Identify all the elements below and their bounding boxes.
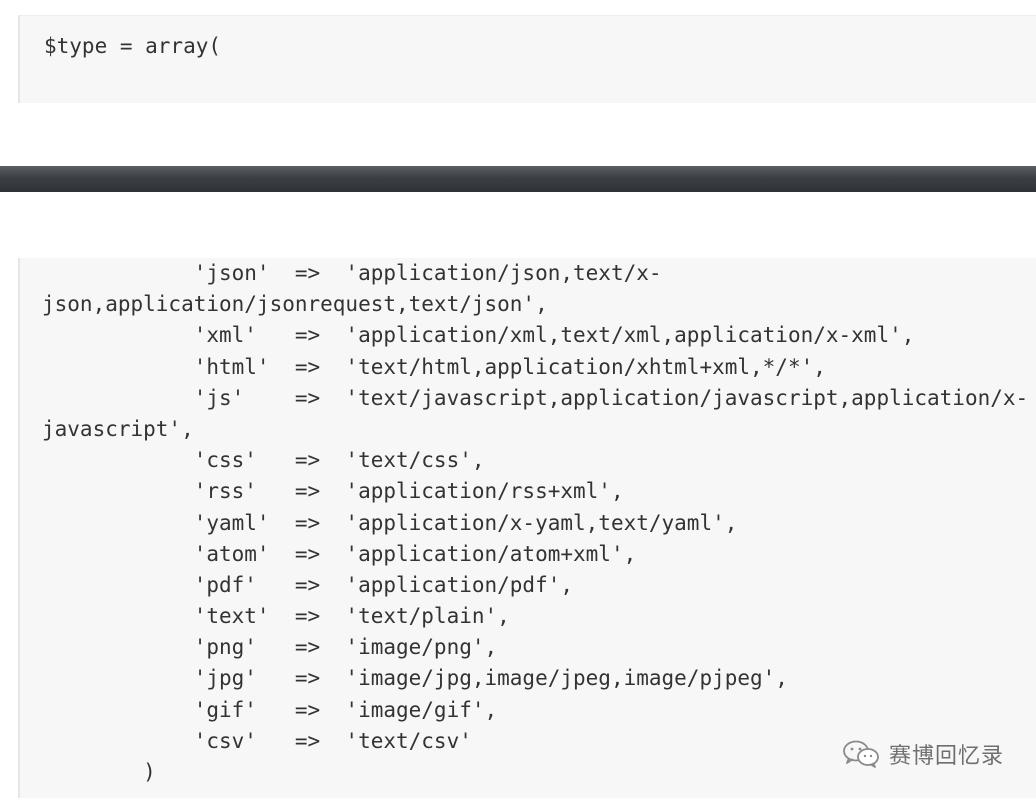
- code-line: 'json' => 'application/json,text/x-: [42, 261, 662, 285]
- code-line: 'text' => 'text/plain',: [42, 604, 510, 629]
- code-line: json,application/jsonrequest,text/json',: [42, 292, 548, 317]
- code-line: 'jpg' => 'image/jpg,image/jpeg,image/pjp…: [42, 666, 788, 691]
- code-line: 'html' => 'text/html,application/xhtml+x…: [42, 354, 826, 379]
- code-lines: 'json' => 'application/json,text/x- json…: [42, 258, 1028, 788]
- code-line: 'js' => 'text/javascript,application/jav…: [42, 385, 1029, 410]
- code-line: 'rss' => 'application/rss+xml',: [42, 479, 624, 504]
- code-line: 'css' => 'text/css',: [42, 448, 485, 473]
- code-line: 'png' => 'image/png',: [42, 635, 498, 660]
- code-line: 'gif' => 'image/gif',: [42, 697, 498, 722]
- code-line: 'yaml' => 'application/x-yaml,text/yaml'…: [42, 510, 738, 535]
- watermark-text: 赛博回忆录: [888, 744, 1004, 769]
- separator-bar: [0, 166, 1036, 192]
- code-line: 'pdf' => 'application/pdf',: [42, 572, 574, 597]
- code-line: javascript',: [42, 416, 194, 441]
- code-line: $type = array(: [44, 34, 222, 58]
- code-line: 'xml' => 'application/xml,text/xml,appli…: [42, 323, 915, 348]
- code-block-main: 'json' => 'application/json,text/x- json…: [18, 258, 1036, 798]
- watermark: 赛博回忆录: [841, 738, 1004, 770]
- page: $type = array( 'json' => 'application/js…: [0, 0, 1036, 798]
- code-block-top: $type = array(: [18, 15, 1036, 103]
- wechat-icon: [843, 740, 879, 768]
- code-line: 'atom' => 'application/atom+xml',: [42, 541, 637, 566]
